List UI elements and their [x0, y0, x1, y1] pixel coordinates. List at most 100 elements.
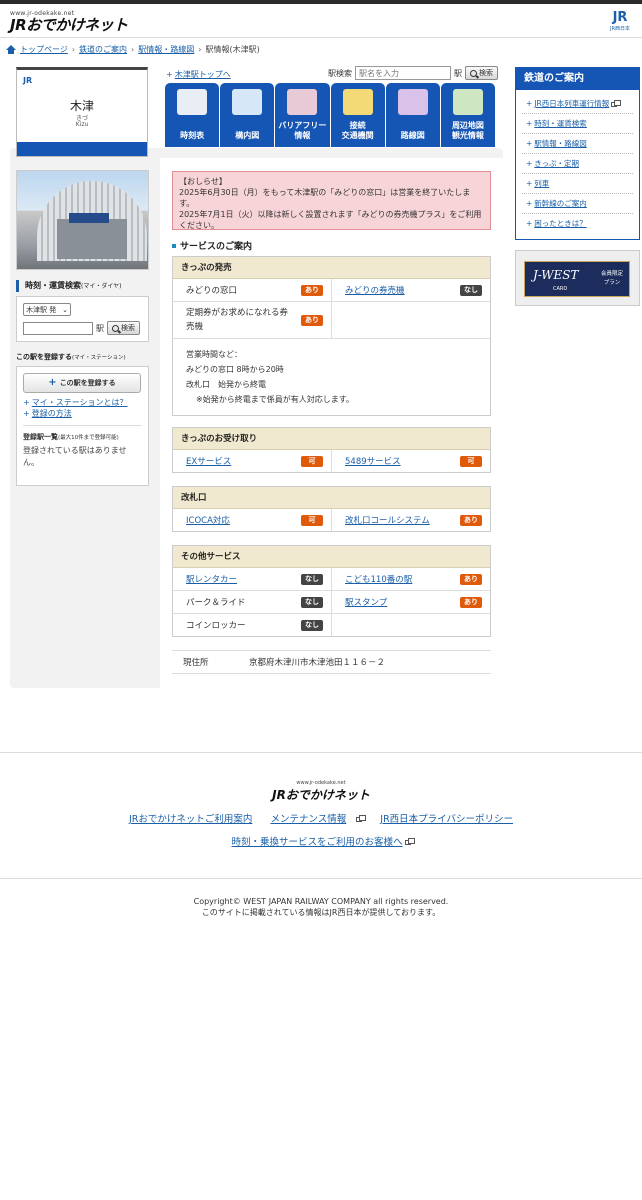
tab-area-map[interactable]: 周辺地図 観光情報: [440, 83, 496, 147]
register-station-title: この駅を登録する(マイ・ステーション): [16, 352, 149, 362]
service-link[interactable]: みどりの券売機: [345, 284, 405, 296]
jr-west-logo[interactable]: JR JR西日本: [608, 10, 632, 34]
site-logo[interactable]: www.jr-odekake.net JRおでかけネット: [10, 10, 128, 33]
service-link[interactable]: 駅スタンプ: [345, 596, 387, 608]
service-label: コインロッカー: [186, 621, 246, 631]
route-map-icon: [397, 89, 428, 115]
service-section-title: 改札口: [173, 487, 490, 509]
notice-title: 【おしらせ】: [179, 177, 227, 186]
guide-item-label[interactable]: 駅情報・路線図: [534, 139, 587, 148]
photo-sign: [69, 213, 109, 223]
tab-route-map[interactable]: 路線図: [385, 83, 440, 147]
footer-logo[interactable]: www.jr-odekake.net JRおでかけネット: [0, 780, 642, 803]
departure-select[interactable]: 木津駅 発 ⌄: [23, 303, 71, 316]
registered-list-title: 登録駅一覧(最大10件まで登録可能): [23, 432, 142, 442]
status-badge: あり: [301, 284, 323, 296]
station-romaji: Kizu: [75, 121, 89, 128]
footer-link-maintenance[interactable]: メンテナンス情報: [270, 814, 346, 825]
station-top-link-text[interactable]: 木津駅トップへ: [175, 70, 231, 79]
service-midori-window: みどりの窓口 あり: [173, 279, 331, 301]
tab-timetable[interactable]: 時刻表: [165, 83, 220, 147]
search-icon: [470, 69, 477, 77]
my-station-about-link[interactable]: + マイ・ステーションとは？: [23, 397, 142, 408]
guide-item-label[interactable]: 時刻・運賃検索: [534, 119, 587, 128]
service-5489[interactable]: 5489サービス 可: [331, 450, 490, 472]
tab-station-map[interactable]: 構内図: [220, 83, 275, 147]
service-coin-locker: コインロッカー なし: [173, 614, 331, 636]
footer-copyright: Copyright© WEST JAPAN RAILWAY COMPANY al…: [0, 896, 642, 918]
footer-link-guide[interactable]: JRおでかけネットご利用案内: [129, 814, 252, 825]
guide-item-label[interactable]: 列車: [534, 179, 549, 188]
timetable-search-button-label: 検索: [121, 324, 135, 332]
station-tabs: 時刻表 構内図 バリアフリー 情報 接続 交通機関 路線図 周辺地図 観光情報: [165, 83, 496, 147]
breadcrumb-separator: ›: [198, 44, 202, 54]
guide-item-help[interactable]: + 困ったときは？: [522, 214, 633, 233]
service-kodomo-110[interactable]: こども110番の駅 あり: [331, 568, 490, 590]
jwest-card-logo: J-WEST: [533, 268, 579, 282]
guide-item-trains[interactable]: + 列車: [522, 174, 633, 194]
barrier-free-icon: [287, 89, 318, 115]
notice-box: 【おしらせ】 2025年6月30日（月）をもって木津駅の「みどりの窓口」は営業を…: [172, 171, 491, 230]
jr-west-mark: JR: [612, 10, 628, 25]
jwest-card-plan: 会員限定 プラン: [600, 271, 623, 286]
tab-barrier-free[interactable]: バリアフリー 情報: [275, 83, 330, 147]
left-sidebar: 時刻・運賃検索(マイ・ダイヤ) 木津駅 発 ⌄ 駅 検索 この駅を登録する(マイ…: [16, 170, 149, 486]
guide-item-label[interactable]: きっぷ・定期: [534, 159, 579, 168]
guide-item-label[interactable]: JR西日本列車運行情報: [534, 99, 609, 108]
service-link[interactable]: EXサービス: [186, 455, 231, 467]
jwest-card-banner[interactable]: J-WEST CARD 会員限定 プラン: [515, 250, 640, 306]
guide-item-timetable[interactable]: + 時刻・運賃検索: [522, 114, 633, 134]
tab-connections[interactable]: 接続 交通機関: [330, 83, 385, 147]
service-label: パーク＆ライド: [186, 598, 246, 608]
service-rental-car[interactable]: 駅レンタカー なし: [173, 568, 331, 590]
arrow-icon: +: [526, 219, 533, 228]
service-section-title: きっぷのお受け取り: [173, 428, 490, 450]
station-top-link[interactable]: + 木津駅トップへ: [166, 69, 231, 80]
register-button-label: この駅を登録する: [59, 379, 116, 387]
service-ex[interactable]: EXサービス 可: [173, 450, 331, 472]
status-badge: 可: [301, 514, 323, 526]
footer-link-transfer[interactable]: 時刻・乗換サービスをご利用のお客様へ: [231, 837, 402, 848]
service-link[interactable]: 駅レンタカー: [186, 573, 237, 585]
destination-suffix: 駅: [96, 323, 104, 333]
guide-item-label[interactable]: 新幹線のご案内: [534, 199, 587, 208]
station-search-input[interactable]: [355, 66, 451, 80]
tab-label: 周辺地図 観光情報: [451, 121, 484, 140]
register-howto-link[interactable]: + 登録の方法: [23, 408, 142, 419]
guide-item-train-status[interactable]: + JR西日本列車運行情報: [522, 94, 633, 114]
station-name: 木津: [69, 99, 94, 113]
jr-mark: JR: [23, 76, 33, 85]
guide-item-shinkansen[interactable]: + 新幹線のご案内: [522, 194, 633, 214]
service-link[interactable]: 5489サービス: [345, 455, 401, 467]
footer-link-privacy[interactable]: JR西日本プライバシーポリシー: [380, 814, 513, 825]
service-stamp[interactable]: 駅スタンプ あり: [331, 591, 490, 613]
jwest-card-image[interactable]: J-WEST CARD 会員限定 プラン: [524, 261, 630, 297]
guide-item-label[interactable]: 困ったときは？: [534, 219, 587, 228]
register-howto-text[interactable]: 登録の方法: [32, 409, 72, 418]
breadcrumb-current: 駅情報(木津駅): [205, 44, 260, 54]
service-ticket-pickup: きっぷのお受け取り EXサービス 可 5489サービス 可: [172, 427, 491, 473]
register-station-button[interactable]: + この駅を登録する: [23, 373, 141, 393]
service-link[interactable]: 改札口コールシステム: [345, 514, 430, 526]
destination-input[interactable]: [23, 321, 93, 335]
arrow-icon: +: [526, 119, 533, 128]
my-station-about-text[interactable]: マイ・ステーションとは？: [32, 398, 128, 407]
guide-item-station-info[interactable]: + 駅情報・路線図: [522, 134, 633, 154]
guide-item-tickets[interactable]: + きっぷ・定期: [522, 154, 633, 174]
tab-label: 時刻表: [180, 131, 205, 140]
home-icon: [6, 44, 16, 54]
breadcrumb-station-info[interactable]: 駅情報・路線図: [138, 44, 194, 55]
timetable-search-button[interactable]: 検索: [107, 321, 140, 335]
breadcrumb: トップページ › 鉄道のご案内 › 駅情報・路線図 › 駅情報(木津駅): [6, 43, 260, 55]
service-midori-machine[interactable]: みどりの券売機 なし: [331, 279, 490, 301]
breadcrumb-top[interactable]: トップページ: [20, 44, 68, 55]
status-badge: なし: [301, 573, 323, 585]
service-gate-call[interactable]: 改札口コールシステム あり: [331, 509, 490, 531]
breadcrumb-railway[interactable]: 鉄道のご案内: [79, 44, 127, 55]
service-icoca[interactable]: ICOCA対応 可: [173, 509, 331, 531]
footer-link-maintenance-wrap[interactable]: メンテナンス情報: [265, 814, 367, 825]
station-search-button[interactable]: 検索: [465, 66, 498, 80]
service-link[interactable]: こども110番の駅: [345, 573, 412, 585]
service-link[interactable]: ICOCA対応: [186, 514, 230, 526]
timetable-search-subtitle: (マイ・ダイヤ): [81, 283, 122, 290]
